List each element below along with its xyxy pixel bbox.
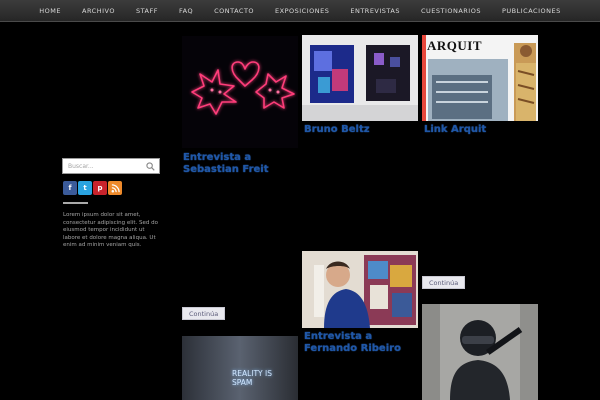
- post-image-gallery[interactable]: [302, 35, 418, 121]
- read-more-button[interactable]: Continúa: [422, 276, 466, 289]
- nav-exposiciones[interactable]: EXPOSICIONES: [265, 0, 340, 22]
- top-navigation: HOME ARCHIVO STAFF FAQ CONTACTO EXPOSICI…: [0, 0, 600, 22]
- post-image-neon-sign[interactable]: REALITY IS SPAM: [182, 336, 298, 400]
- search-icon[interactable]: [146, 162, 155, 171]
- social-links: f t p: [63, 181, 122, 195]
- twitter-icon[interactable]: t: [78, 181, 92, 195]
- nav-archivo[interactable]: ARCHIVO: [72, 0, 126, 22]
- post-image-magazine[interactable]: ARQUIT: [422, 35, 538, 121]
- nav-staff[interactable]: STAFF: [125, 0, 168, 22]
- widget-text: Lorem ipsum dolor sit amet, consectetur …: [63, 212, 158, 248]
- post-title-gallery[interactable]: Bruno Beltz: [304, 124, 414, 136]
- rss-icon[interactable]: [108, 181, 122, 195]
- widget-divider: [63, 202, 88, 204]
- post-image-artist[interactable]: [302, 251, 418, 328]
- post-title-neon[interactable]: Entrevista a Sebastian Freit: [183, 152, 293, 176]
- nav-publicaciones[interactable]: PUBLICACIONES: [491, 0, 571, 22]
- nav-faq[interactable]: FAQ: [169, 0, 204, 22]
- soldier-photo: [422, 304, 538, 400]
- neon-sign-photo: [182, 336, 298, 400]
- post-title-artist[interactable]: Entrevista a Fernando Ribeiro: [304, 331, 414, 355]
- nav-cuestionarios[interactable]: CUESTIONARIOS: [410, 0, 491, 22]
- post-image-soldier[interactable]: [422, 304, 538, 400]
- post-image-neon[interactable]: [182, 36, 298, 148]
- nav-home[interactable]: HOME: [29, 0, 72, 22]
- pinterest-icon[interactable]: p: [93, 181, 107, 195]
- nav-entrevistas[interactable]: ENTREVISTAS: [340, 0, 411, 22]
- facebook-icon[interactable]: f: [63, 181, 77, 195]
- artist-photo: [302, 251, 418, 328]
- neon-sign-text: REALITY IS SPAM: [232, 369, 272, 387]
- search-box: [62, 158, 160, 174]
- nav-contacto[interactable]: CONTACTO: [204, 0, 265, 22]
- gallery-photo: [302, 45, 418, 121]
- post-title-magazine[interactable]: Link Arquit: [424, 124, 534, 136]
- neon-artwork: [191, 61, 295, 115]
- magazine-logo: ARQUIT: [427, 38, 483, 53]
- read-more-button[interactable]: Continúa: [182, 307, 226, 320]
- search-input[interactable]: [63, 159, 143, 173]
